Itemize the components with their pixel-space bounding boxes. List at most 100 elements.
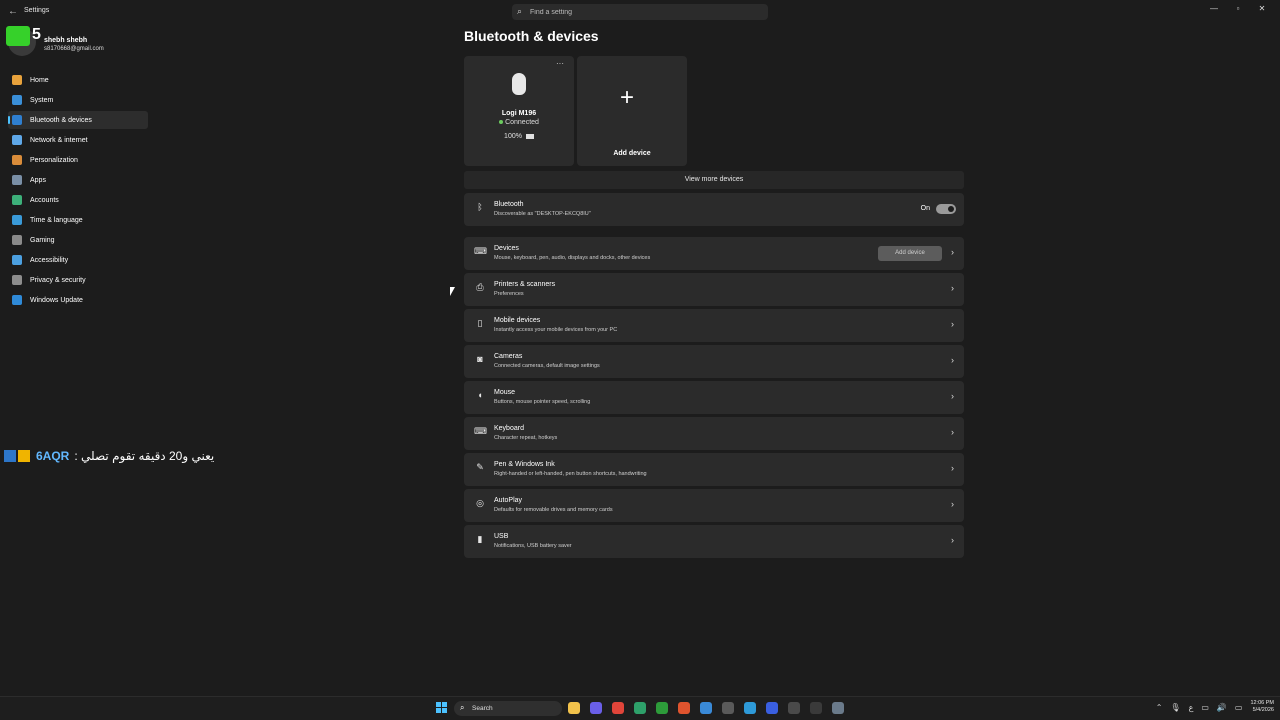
volume-icon[interactable]: 🔊 — [1217, 703, 1227, 712]
settings-row-autoplay[interactable]: ◎ AutoPlay Defaults for removable drives a… — [464, 489, 964, 522]
system-icon — [12, 95, 22, 105]
store-icon[interactable] — [722, 702, 734, 714]
sidebar-item-label: Accessibility — [30, 256, 69, 264]
row-subtitle: Mouse, keyboard, pen, audio, displays an… — [494, 255, 651, 261]
bluetooth-row[interactable]: ᛒ Bluetooth Discoverable as "DESKTOP-EKC… — [464, 193, 964, 226]
main-content: Bluetooth & devices ··· Logi M196 Connec… — [464, 28, 964, 558]
back-arrow-icon[interactable]: ← — [8, 6, 18, 17]
chevron-right-icon[interactable]: › — [951, 427, 954, 437]
sidebar-item-privacy-security[interactable]: Privacy & security — [8, 271, 148, 289]
sidebar-item-system[interactable]: System — [8, 91, 148, 109]
settings-row-cameras[interactable]: ◙ Cameras Connected cameras, default image… — [464, 345, 964, 378]
settings-app-icon[interactable] — [832, 702, 844, 714]
blue-app-icon[interactable] — [766, 702, 778, 714]
chevron-right-icon[interactable]: › — [951, 247, 954, 257]
row-title: Printers & scanners — [494, 281, 556, 288]
sidebar-item-gaming[interactable]: Gaming — [8, 231, 148, 249]
sidebar-item-apps[interactable]: Apps — [8, 171, 148, 189]
add-device-card[interactable]: + Add device — [577, 56, 687, 166]
page-title: Bluetooth & devices — [464, 28, 599, 44]
battery-icon[interactable]: ▭ — [1235, 703, 1243, 712]
language-indicator[interactable]: ع — [1189, 703, 1194, 712]
settings-row-printers-scanners[interactable]: ⎙ Printers & scanners Preferences › — [464, 273, 964, 306]
view-more-devices-button[interactable]: View more devices — [464, 171, 964, 189]
globe-icon — [12, 215, 22, 225]
settings-row-pen-windows-ink[interactable]: ✎ Pen & Windows Ink Right-handed or left-h… — [464, 453, 964, 486]
settings-row-usb[interactable]: ▮ USB Notifications, USB battery saver › — [464, 525, 964, 558]
printer-icon: ⎙ — [476, 282, 484, 292]
file-explorer-icon[interactable] — [568, 702, 580, 714]
brave-icon[interactable] — [678, 702, 690, 714]
settings-row-devices[interactable]: ⌨ Devices Mouse, keyboard, pen, audio, dis… — [464, 237, 964, 270]
chevron-right-icon[interactable]: › — [951, 535, 954, 545]
pen-icon: ✎ — [476, 462, 484, 472]
chevron-right-icon[interactable]: › — [951, 499, 954, 509]
add-device-button[interactable]: Add device — [878, 246, 942, 261]
cmd-icon[interactable] — [810, 702, 822, 714]
start-button[interactable] — [436, 702, 448, 714]
camera-icon: ◙ — [477, 354, 483, 364]
chevron-right-icon[interactable]: › — [951, 391, 954, 401]
bluetooth-icon: ᛒ — [477, 202, 483, 212]
window-title: Settings — [24, 7, 50, 14]
sidebar-item-windows-update[interactable]: Windows Update — [8, 291, 148, 309]
taskbar: ⌕ Search ⌃ 🎙 ع ▭ 🔊 ▭ 12:06 PM 5/4/2026 — [0, 696, 1280, 720]
chrome-icon[interactable] — [612, 702, 624, 714]
shield-icon — [12, 275, 22, 285]
vpn-icon[interactable] — [700, 702, 712, 714]
sidebar-item-time-language[interactable]: Time & language — [8, 211, 148, 229]
discord-icon[interactable] — [590, 702, 602, 714]
sidebar-item-label: Network & internet — [30, 136, 88, 144]
taskbar-search[interactable]: ⌕ Search — [454, 701, 562, 716]
clock[interactable]: 12:06 PM 5/4/2026 — [1250, 700, 1274, 714]
sidebar-item-accounts[interactable]: Accounts — [8, 191, 148, 209]
row-title: Mobile devices — [494, 317, 541, 324]
mouse-device-icon — [512, 73, 526, 95]
row-title: USB — [494, 533, 509, 540]
network-icon[interactable]: ▭ — [1201, 703, 1209, 712]
row-subtitle: Connected cameras, default image setting… — [494, 363, 600, 369]
terminal-icon[interactable] — [788, 702, 800, 714]
sidebar-item-network-internet[interactable]: Network & internet — [8, 131, 148, 149]
minimize-button[interactable]: — — [1202, 2, 1226, 16]
more-options-icon[interactable]: ··· — [556, 59, 564, 68]
sidebar-item-home[interactable]: Home — [8, 71, 148, 89]
microphone-icon[interactable]: 🎙 — [1170, 703, 1180, 712]
chevron-right-icon[interactable]: › — [951, 319, 954, 329]
maximize-button[interactable]: ▫ — [1226, 2, 1250, 16]
sidebar-item-bluetooth-devices[interactable]: Bluetooth & devices — [8, 111, 148, 129]
device-card-logi[interactable]: ··· Logi M196 Connected 100% — [464, 56, 574, 166]
xbox-icon[interactable] — [656, 702, 668, 714]
clock-date: 5/4/2026 — [1252, 707, 1274, 713]
find-setting-search[interactable]: ⌕ — [512, 4, 768, 20]
row-subtitle: Instantly access your mobile devices fro… — [494, 327, 618, 333]
crown-icon — [18, 450, 30, 462]
device-name: Logi M196 — [501, 110, 537, 117]
chevron-right-icon[interactable]: › — [951, 283, 954, 293]
spreadsheet-app-icon[interactable] — [634, 702, 646, 714]
bluetooth-toggle[interactable] — [936, 204, 956, 214]
search-input[interactable] — [530, 6, 760, 18]
sidebar-item-personalization[interactable]: Personalization — [8, 151, 148, 169]
chevron-right-icon[interactable]: › — [951, 463, 954, 473]
sidebar-item-label: Bluetooth & devices — [30, 116, 92, 124]
sidebar-item-label: Personalization — [30, 156, 78, 164]
chevron-right-icon[interactable]: › — [951, 355, 954, 365]
settings-row-mobile-devices[interactable]: ▯ Mobile devices Instantly access your mob… — [464, 309, 964, 342]
device-status-text: Connected — [505, 119, 539, 126]
close-button[interactable]: ✕ — [1250, 2, 1274, 16]
sidebar-item-accessibility[interactable]: Accessibility — [8, 251, 148, 269]
sidebar-item-label: Privacy & security — [30, 276, 86, 284]
tray-chevron-icon[interactable]: ⌃ — [1156, 703, 1163, 712]
row-subtitle: Character repeat, hotkeys — [494, 435, 558, 441]
overlay-square-icon — [4, 450, 16, 462]
edge-icon[interactable] — [744, 702, 756, 714]
user-profile[interactable]: 5 shebh shebh s8170668@gmail.com — [6, 26, 148, 62]
sidebar-item-label: Windows Update — [30, 296, 83, 304]
overlay-code: 6AQR — [36, 449, 70, 463]
profile-name: shebh shebh — [44, 37, 88, 44]
devices-icon: ⌨ — [474, 246, 487, 256]
row-title: Cameras — [494, 353, 523, 360]
settings-row-keyboard[interactable]: ⌨ Keyboard Character repeat, hotkeys › — [464, 417, 964, 450]
settings-row-mouse[interactable]: ◖ Mouse Buttons, mouse pointer speed, scro… — [464, 381, 964, 414]
